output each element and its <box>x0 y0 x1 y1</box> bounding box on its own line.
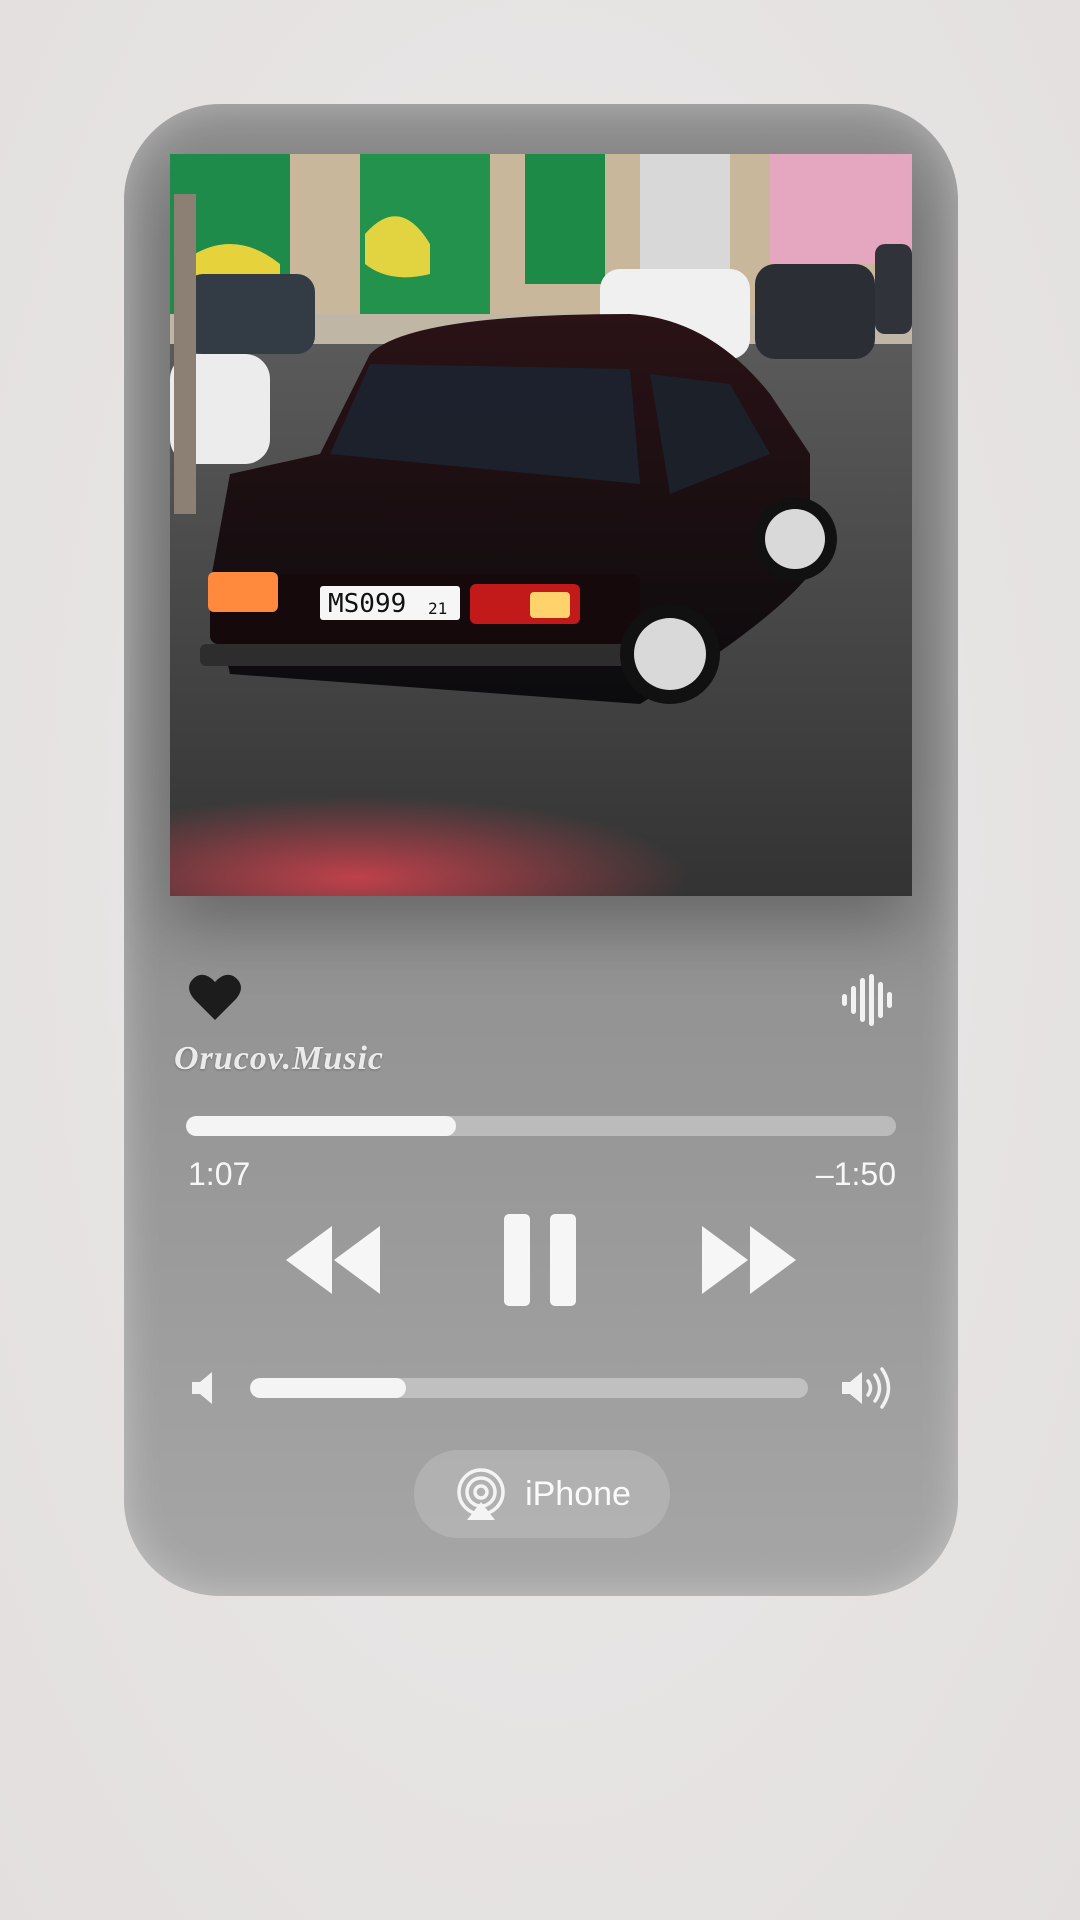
remaining-time: –1:50 <box>815 1156 896 1192</box>
volume-level-fill <box>250 1378 407 1398</box>
album-artwork: MS099 21 <box>170 154 912 896</box>
playback-scrubber[interactable] <box>186 1116 896 1136</box>
fast-forward-icon <box>702 1226 796 1294</box>
fast-forward-button[interactable] <box>698 1218 798 1302</box>
now-playing-card: MS099 21 Orucov.Music 1:07 –1:50 iPhone <box>124 104 958 1596</box>
rewind-button[interactable] <box>284 1218 384 1302</box>
elapsed-time: 1:07 <box>188 1156 251 1192</box>
pause-icon <box>504 1214 576 1306</box>
artwork-plate-text: MS099 <box>328 589 406 619</box>
waveform-icon <box>842 974 892 1026</box>
pause-button[interactable] <box>500 1212 580 1308</box>
volume-slider[interactable] <box>250 1378 808 1398</box>
artwork-image: MS099 21 <box>170 154 912 896</box>
rewind-icon <box>286 1226 380 1294</box>
heart-icon[interactable] <box>188 972 242 1022</box>
speaker-low-icon <box>192 1372 212 1404</box>
artwork-plate-region: 21 <box>428 599 447 618</box>
airplay-icon <box>457 1468 505 1520</box>
speaker-high-icon <box>842 1367 891 1409</box>
channel-watermark: Orucov.Music <box>174 1040 385 1077</box>
playback-progress-fill <box>186 1116 456 1136</box>
audio-output-label: iPhone <box>525 1474 631 1513</box>
audio-output-button[interactable]: iPhone <box>414 1450 670 1538</box>
